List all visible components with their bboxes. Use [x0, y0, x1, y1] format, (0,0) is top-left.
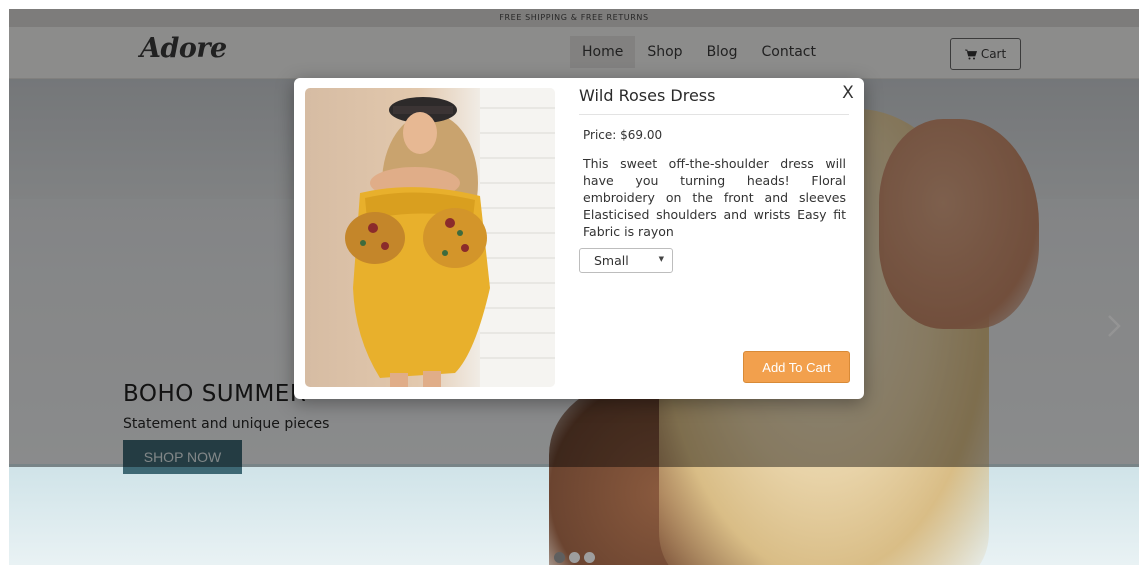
- add-to-cart-button[interactable]: Add To Cart: [743, 351, 850, 383]
- product-title: Wild Roses Dress: [579, 86, 716, 105]
- product-photo: [345, 88, 555, 387]
- carousel-indicators: [554, 552, 595, 563]
- size-select[interactable]: Small ▼: [579, 248, 673, 273]
- carousel-dot-3[interactable]: [584, 552, 595, 563]
- carousel-dot-2[interactable]: [569, 552, 580, 563]
- product-price: Price: $69.00: [583, 128, 663, 142]
- size-select-value: Small: [594, 253, 629, 268]
- product-description: This sweet off-the-shoulder dress will h…: [583, 156, 846, 239]
- page: BOHO SUMMER Statement and unique pieces …: [9, 9, 1139, 565]
- product-quickview-modal: Wild Roses Dress X Price: $69.00 This sw…: [294, 78, 864, 399]
- modal-divider: [579, 114, 849, 115]
- chevron-down-icon: ▼: [658, 255, 664, 263]
- carousel-dot-1[interactable]: [554, 552, 565, 563]
- product-image: [305, 88, 555, 387]
- close-icon[interactable]: X: [840, 84, 856, 102]
